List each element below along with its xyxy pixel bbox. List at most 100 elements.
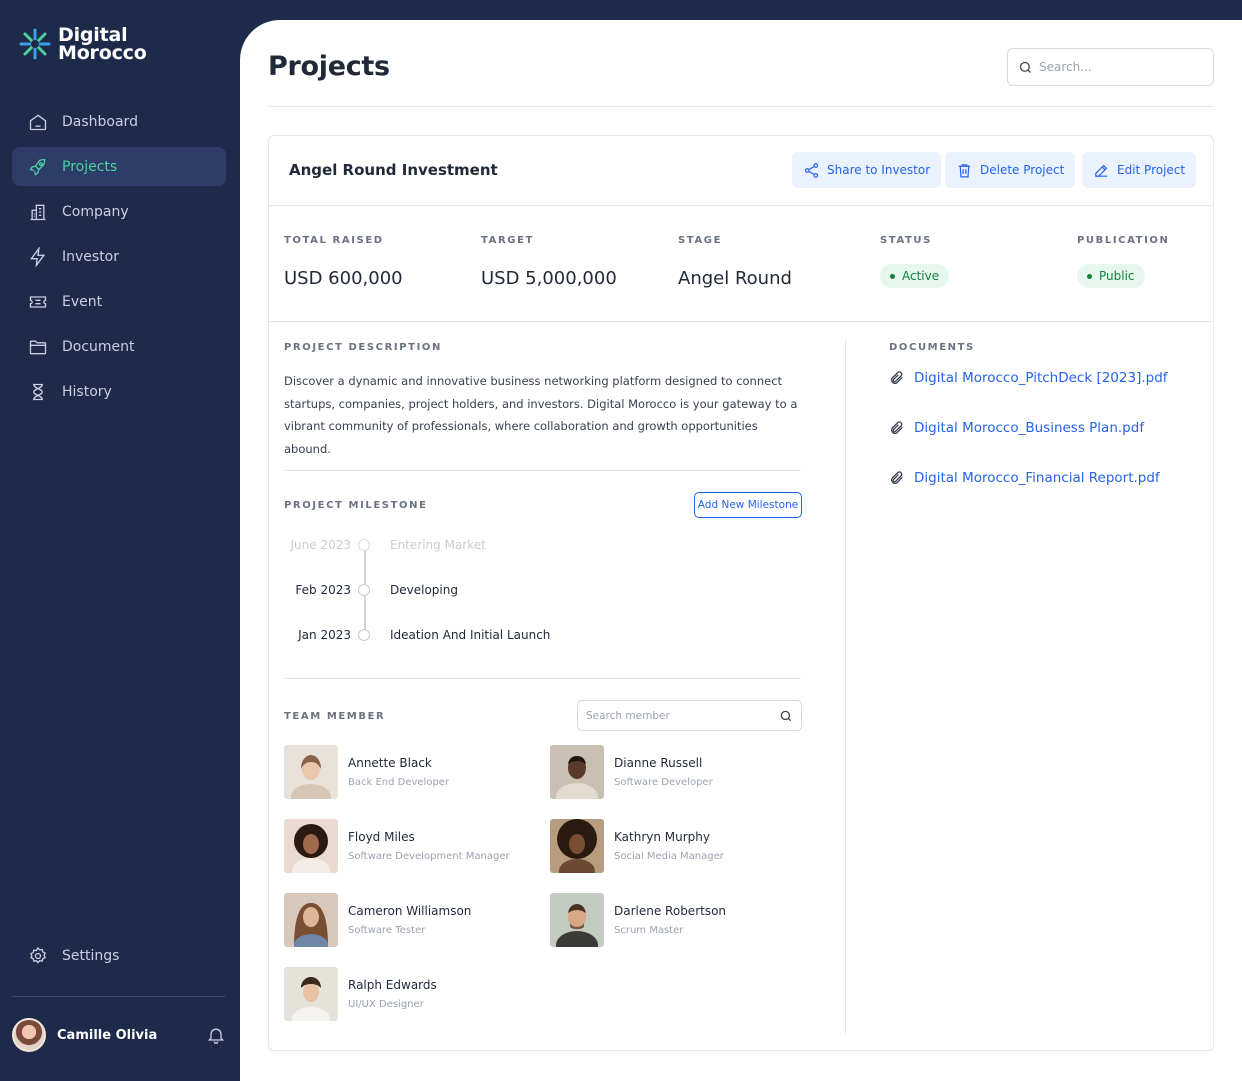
stat-stage: STAGE Angel Round (678, 235, 792, 289)
milestone-item[interactable]: June 2023 Entering Market (269, 535, 486, 555)
project-card: Angel Round Investment Share to Investor… (268, 135, 1214, 1051)
sidebar-item-projects[interactable]: Projects (12, 147, 226, 186)
edit-project-button[interactable]: Edit Project (1082, 152, 1197, 188)
description-label: PROJECT DESCRIPTION (284, 342, 442, 353)
folder-icon (29, 340, 47, 354)
user-name: Camille Olivia (57, 1027, 158, 1043)
team-member-card[interactable]: Dianne Russell Software Developer (550, 745, 790, 799)
logo-mark-icon (19, 28, 51, 60)
documents-label: DOCUMENTS (889, 342, 975, 353)
gear-icon (29, 946, 46, 964)
document-link[interactable]: Digital Morocco_Financial Report.pdf (889, 470, 1160, 486)
brand-logo[interactable]: Digital Morocco (18, 26, 147, 64)
column-divider (845, 340, 846, 1034)
search-icon[interactable] (779, 709, 793, 723)
team-member-card[interactable]: Cameron Williamson Software Tester (284, 893, 524, 947)
member-name: Darlene Robertson (614, 904, 727, 918)
sidebar-divider (12, 996, 226, 997)
avatar[interactable] (12, 1018, 46, 1052)
project-name: Angel Round Investment (289, 161, 498, 179)
member-role: Software Development Manager (348, 851, 510, 862)
member-role: UI/UX Designer (348, 999, 424, 1010)
add-milestone-button[interactable]: Add New Milestone (694, 492, 802, 518)
stat-value: Angel Round (678, 268, 792, 289)
milestone-title: Developing (390, 583, 458, 597)
team-member-card[interactable]: Floyd Miles Software Development Manager (284, 819, 524, 873)
main-content: Projects Angel Round Investment Share to… (240, 20, 1242, 1081)
sidebar-item-event[interactable]: Event (12, 282, 226, 321)
stat-label: PUBLICATION (1077, 235, 1170, 246)
member-role: Back End Developer (348, 777, 450, 788)
document-name: Digital Morocco_PitchDeck [2023].pdf (914, 370, 1168, 386)
member-name: Kathryn Murphy (614, 830, 710, 844)
building-icon (30, 204, 46, 220)
stat-label: TOTAL RAISED (284, 235, 384, 246)
member-search-field[interactable] (577, 700, 802, 731)
document-link[interactable]: Digital Morocco_PitchDeck [2023].pdf (889, 370, 1168, 386)
hourglass-icon (33, 383, 43, 400)
sidebar-item-label: Company (62, 203, 129, 220)
member-photo (284, 893, 338, 947)
publication-dot (1087, 273, 1092, 279)
member-name: Cameron Williamson (348, 904, 472, 918)
stat-total-raised: TOTAL RAISED USD 600,000 (284, 235, 403, 289)
sidebar-item-company[interactable]: Company (12, 192, 226, 231)
ticket-icon (29, 295, 47, 308)
lightning-icon (30, 246, 46, 267)
stat-publication: PUBLICATION Public (1077, 235, 1169, 288)
milestone-divider (284, 678, 801, 679)
bell-icon[interactable] (206, 1025, 226, 1045)
sidebar-item-investor[interactable]: Investor (12, 237, 226, 276)
milestone-item[interactable]: Feb 2023 Developing (269, 580, 458, 600)
sidebar-item-history[interactable]: History (12, 372, 226, 411)
status-badge: Active (880, 264, 950, 288)
project-description: Discover a dynamic and innovative busine… (284, 374, 798, 456)
trash-icon (958, 163, 971, 177)
sidebar-item-label: Investor (62, 248, 120, 265)
milestone-item[interactable]: Jan 2023 Ideation And Initial Launch (269, 625, 550, 645)
milestone-date: Feb 2023 (295, 583, 351, 597)
milestone-node (358, 629, 370, 641)
search-field[interactable] (1007, 48, 1214, 86)
paperclip-icon (891, 471, 903, 484)
share-label: Share to Investor (827, 163, 931, 177)
pencil-icon (1095, 164, 1108, 177)
paperclip-icon (891, 371, 903, 384)
sidebar-item-label: Dashboard (62, 113, 138, 130)
milestone-date: Jan 2023 (298, 628, 351, 642)
document-name: Digital Morocco_Financial Report.pdf (914, 470, 1160, 486)
settings-label: Settings (62, 947, 120, 964)
sidebar-item-dashboard[interactable]: Dashboard (12, 102, 226, 141)
team-member-card[interactable]: Ralph Edwards UI/UX Designer (284, 967, 524, 1021)
team-label: TEAM MEMBER (284, 711, 386, 722)
member-search-input[interactable] (586, 709, 779, 722)
member-role: Software Developer (614, 777, 713, 788)
share-to-investor-button[interactable]: Share to Investor (792, 152, 942, 188)
team-member-card[interactable]: Kathryn Murphy Social Media Manager (550, 819, 790, 873)
user-profile[interactable]: Camille Olivia (12, 1017, 226, 1053)
stat-value: USD 600,000 (284, 268, 403, 289)
search-icon (1019, 61, 1031, 73)
stat-label: STAGE (678, 235, 723, 246)
stat-status: STATUS Active (880, 235, 950, 288)
publication-text: Public (1099, 269, 1135, 283)
milestone-node (358, 539, 370, 551)
settings-area: Settings (12, 936, 226, 981)
search-input[interactable] (1039, 60, 1199, 74)
member-name: Dianne Russell (614, 756, 703, 770)
delete-label: Delete Project (980, 163, 1065, 177)
team-member-card[interactable]: Darlene Robertson Scrum Master (550, 893, 790, 947)
sidebar-nav: Dashboard Projects Company Investor Even… (12, 102, 226, 417)
delete-project-button[interactable]: Delete Project (945, 152, 1076, 188)
sidebar-item-settings[interactable]: Settings (12, 936, 226, 975)
sidebar-item-document[interactable]: Document (12, 327, 226, 366)
member-role: Social Media Manager (614, 851, 724, 862)
member-photo (284, 819, 338, 873)
status-text: Active (902, 269, 940, 283)
team-member-card[interactable]: Annette Black Back End Developer (284, 745, 524, 799)
sidebar: Digital Morocco Dashboard Projects Compa… (0, 0, 240, 1081)
sidebar-item-label: Projects (62, 158, 118, 175)
document-link[interactable]: Digital Morocco_Business Plan.pdf (889, 420, 1144, 436)
brand-line2: Morocco (58, 42, 147, 64)
milestone-label: PROJECT MILESTONE (284, 500, 428, 511)
